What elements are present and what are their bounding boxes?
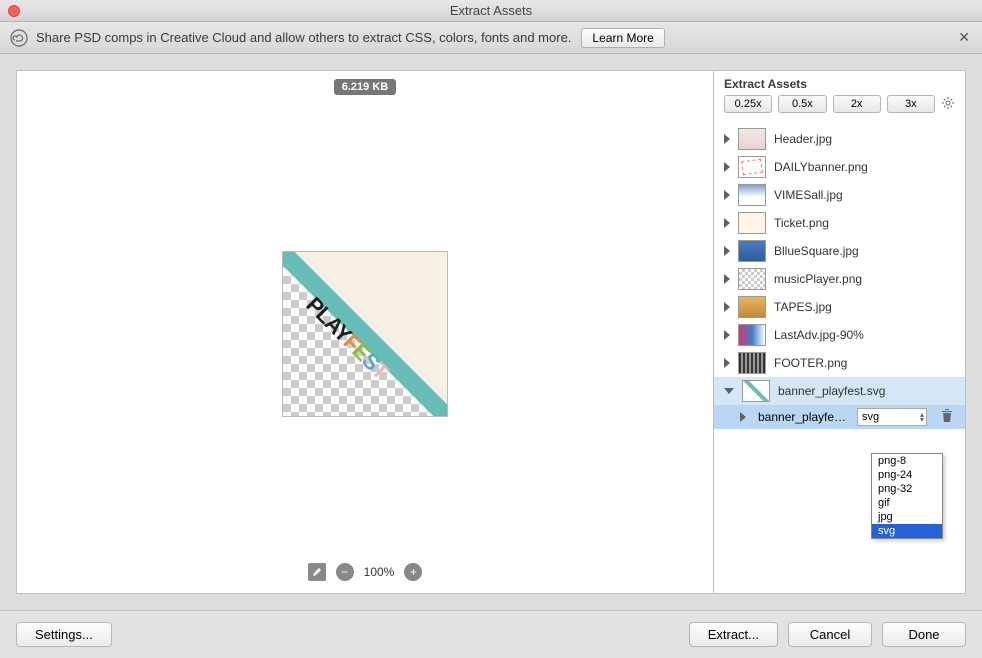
- format-select[interactable]: svg▴▾: [857, 408, 927, 426]
- asset-sub-row[interactable]: banner_playfest.sv svg▴▾: [714, 405, 965, 429]
- titlebar: Extract Assets: [0, 0, 982, 22]
- preview-panel: 6.219 KB PLAYFEST − 100% +: [16, 70, 714, 594]
- zoom-in-button[interactable]: +: [404, 563, 422, 581]
- trash-icon[interactable]: [941, 409, 955, 426]
- asset-list: Header.jpg DAILYbanner.png VIMESall.jpg Tic…: [714, 121, 965, 593]
- scale-3x-button[interactable]: 3x: [887, 95, 935, 113]
- disclosure-triangle-icon[interactable]: [724, 330, 730, 340]
- asset-row[interactable]: Ticket.png: [714, 209, 965, 237]
- format-option[interactable]: png-32: [872, 482, 942, 496]
- gear-icon[interactable]: [941, 96, 955, 113]
- assets-panel: Extract Assets 0.25x 0.5x 2x 3x Header.j…: [714, 70, 966, 594]
- asset-name-label: Header.jpg: [774, 132, 955, 146]
- asset-name-label: LastAdv.jpg-90%: [774, 328, 955, 342]
- format-dropdown-menu[interactable]: png-8png-24png-32gifjpgsvg: [871, 453, 943, 539]
- format-option[interactable]: svg: [872, 524, 942, 538]
- asset-thumbnail: [738, 268, 766, 290]
- asset-thumbnail: [738, 352, 766, 374]
- asset-name-label: BllueSquare.jpg: [774, 244, 955, 258]
- asset-sub-name: banner_playfest.sv: [754, 410, 849, 424]
- done-button[interactable]: Done: [882, 622, 966, 647]
- asset-thumbnail: [738, 240, 766, 262]
- infobar: Share PSD comps in Creative Cloud and al…: [0, 22, 982, 54]
- format-option[interactable]: gif: [872, 496, 942, 510]
- infobar-close-icon[interactable]: ✕: [958, 29, 970, 46]
- format-option[interactable]: jpg: [872, 510, 942, 524]
- asset-row[interactable]: BllueSquare.jpg: [714, 237, 965, 265]
- settings-button[interactable]: Settings...: [16, 622, 112, 647]
- asset-thumbnail: [738, 296, 766, 318]
- asset-name-label: DAILYbanner.png: [774, 160, 955, 174]
- scale-0-25x-button[interactable]: 0.25x: [724, 95, 772, 113]
- asset-row[interactable]: banner_playfest.svg: [714, 377, 965, 405]
- window-title: Extract Assets: [0, 3, 982, 18]
- scale-2x-button[interactable]: 2x: [833, 95, 881, 113]
- asset-row[interactable]: LastAdv.jpg-90%: [714, 321, 965, 349]
- asset-thumbnail: [738, 324, 766, 346]
- asset-name-label: TAPES.jpg: [774, 300, 955, 314]
- asset-row[interactable]: Header.jpg: [714, 125, 965, 153]
- disclosure-triangle-icon[interactable]: [724, 358, 730, 368]
- disclosure-triangle-icon[interactable]: [724, 190, 730, 200]
- asset-thumbnail: [742, 380, 770, 402]
- zoom-out-button[interactable]: −: [336, 563, 354, 581]
- footer: Settings... Extract... Cancel Done: [0, 610, 982, 658]
- infobar-text: Share PSD comps in Creative Cloud and al…: [36, 30, 571, 45]
- disclosure-triangle-icon[interactable]: [724, 274, 730, 284]
- disclosure-triangle-icon[interactable]: [724, 162, 730, 172]
- learn-more-button[interactable]: Learn More: [581, 28, 664, 48]
- preview-image: PLAYFEST: [282, 251, 448, 417]
- disclosure-triangle-icon[interactable]: [724, 134, 730, 144]
- asset-thumbnail: [738, 212, 766, 234]
- disclosure-triangle-icon[interactable]: [724, 388, 734, 394]
- creative-cloud-icon: [10, 29, 28, 47]
- disclosure-triangle-icon[interactable]: [724, 218, 730, 228]
- cancel-button[interactable]: Cancel: [788, 622, 872, 647]
- asset-row[interactable]: DAILYbanner.png: [714, 153, 965, 181]
- asset-row[interactable]: FOOTER.png: [714, 349, 965, 377]
- asset-thumbnail: [738, 184, 766, 206]
- asset-name-label: musicPlayer.png: [774, 272, 955, 286]
- asset-thumbnail: [738, 128, 766, 150]
- asset-name-label: VIMESall.jpg: [774, 188, 955, 202]
- disclosure-triangle-icon[interactable]: [740, 412, 746, 422]
- asset-row[interactable]: musicPlayer.png: [714, 265, 965, 293]
- asset-name-label: Ticket.png: [774, 216, 955, 230]
- filesize-badge: 6.219 KB: [334, 79, 396, 95]
- disclosure-triangle-icon[interactable]: [724, 302, 730, 312]
- assets-panel-header: Extract Assets: [714, 71, 965, 95]
- disclosure-triangle-icon[interactable]: [724, 246, 730, 256]
- scale-0-5x-button[interactable]: 0.5x: [778, 95, 826, 113]
- edit-icon[interactable]: [308, 563, 326, 581]
- asset-row[interactable]: TAPES.jpg: [714, 293, 965, 321]
- asset-row[interactable]: VIMESall.jpg: [714, 181, 965, 209]
- zoom-label: 100%: [364, 565, 395, 579]
- asset-thumbnail: [738, 156, 766, 178]
- format-option[interactable]: png-24: [872, 468, 942, 482]
- asset-name-label: banner_playfest.svg: [778, 384, 955, 398]
- format-option[interactable]: png-8: [872, 454, 942, 468]
- extract-button[interactable]: Extract...: [689, 622, 778, 647]
- asset-name-label: FOOTER.png: [774, 356, 955, 370]
